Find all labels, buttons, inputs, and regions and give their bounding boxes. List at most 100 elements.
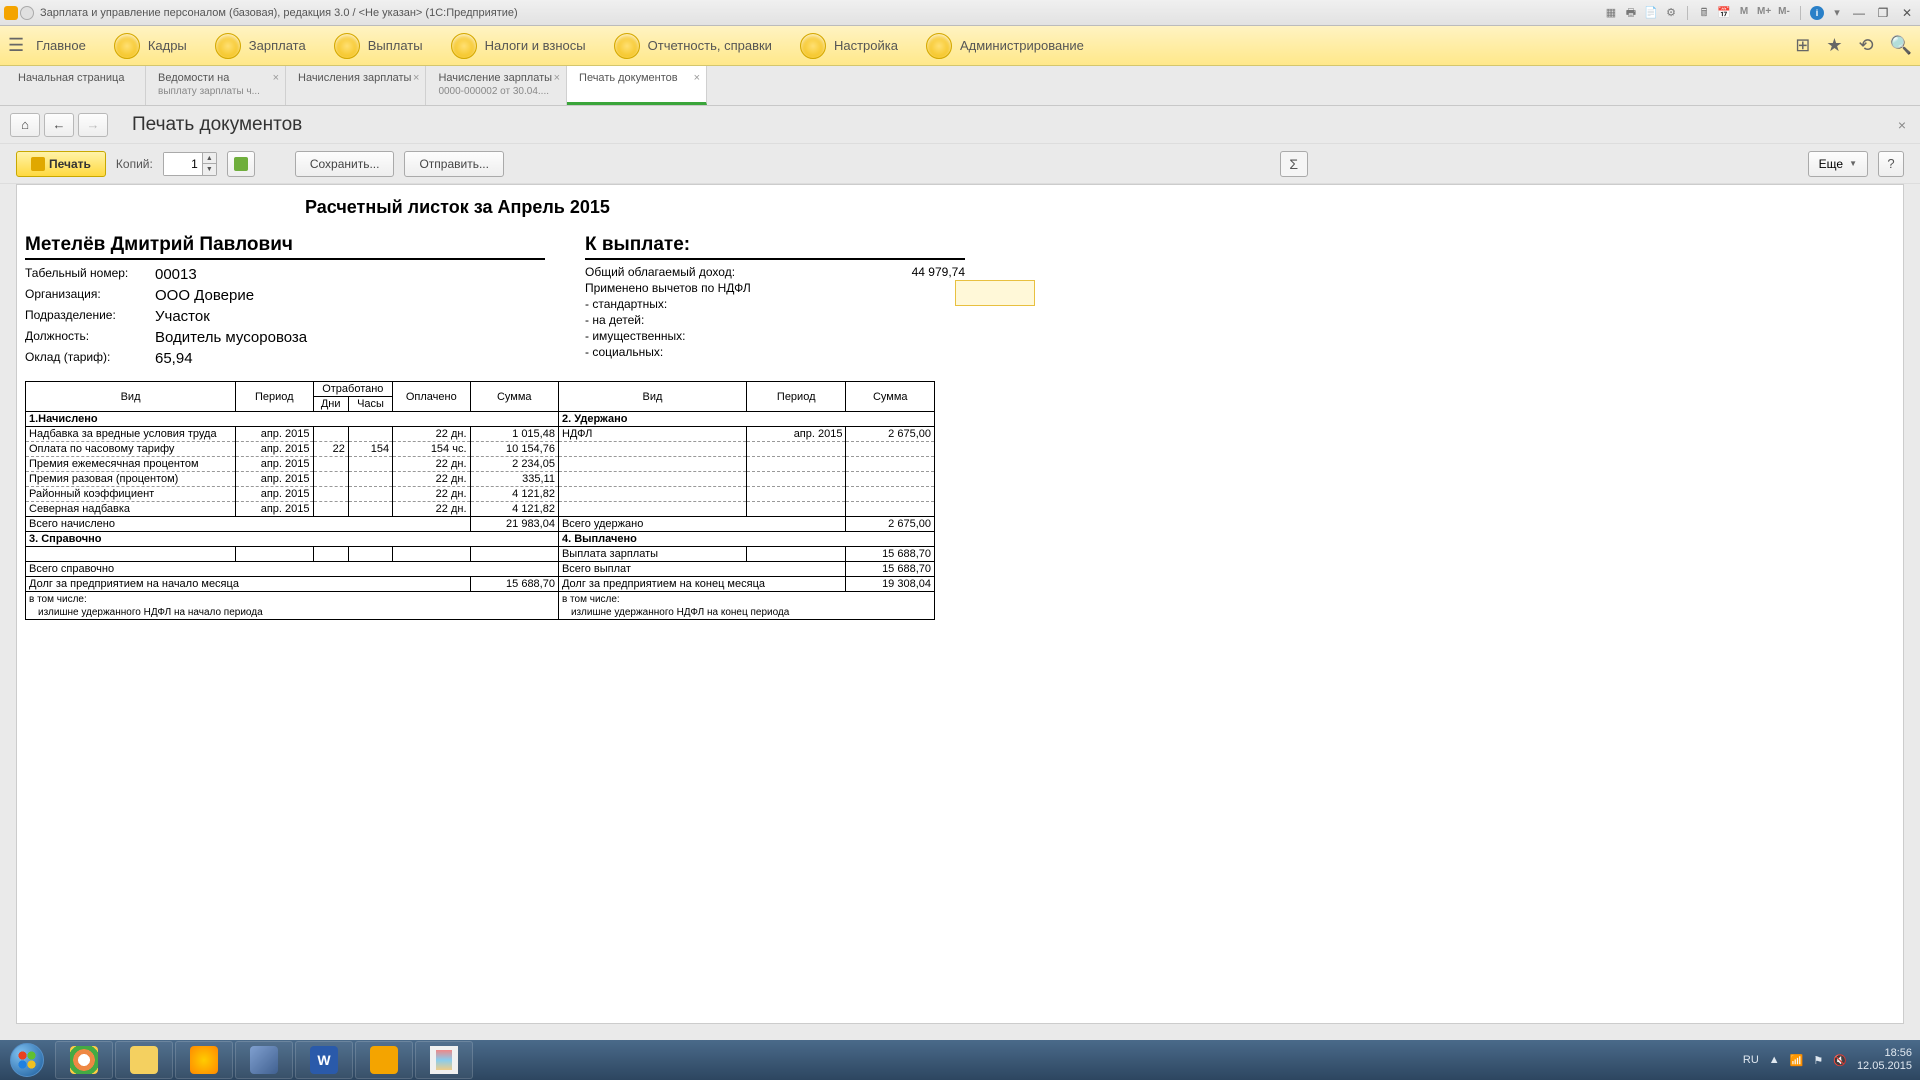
print-button[interactable]: Печать [16,151,106,177]
search-icon[interactable]: 🔍 [1890,35,1912,56]
menu-nastroika[interactable]: Настройка [800,33,898,59]
tray-arrow-icon[interactable]: ▲ [1769,1054,1780,1066]
tabno-value: 00013 [155,266,197,283]
mail-icon [250,1046,278,1074]
taskbar-paint[interactable] [415,1041,473,1079]
apps-grid-icon[interactable]: ⊞ [1795,35,1810,56]
help-button[interactable]: ? [1878,151,1904,177]
selection-highlight[interactable] [955,280,1035,306]
menu-zarplata[interactable]: Зарплата [215,33,306,59]
spin-down-icon[interactable]: ▼ [202,164,216,175]
tray-sound-icon[interactable]: 🔇 [1833,1054,1847,1067]
page-close-icon[interactable]: × [1894,113,1910,137]
history-icon-wrap[interactable]: ⟲ [1858,35,1873,56]
titlebar-calc-icon[interactable]: 🖩 [1697,6,1711,20]
tab-pechat[interactable]: Печать документов× [567,66,707,105]
maximize-button[interactable]: ❐ [1874,6,1892,20]
send-button[interactable]: Отправить... [404,151,504,177]
titlebar-cal-icon[interactable]: 📅 [1717,6,1731,20]
table-row-excess: излишне удержанного НДФЛ на начало перио… [26,606,935,620]
nav-forward-button[interactable]: → [78,113,108,137]
menu-otchet[interactable]: Отчетность, справки [614,33,772,59]
windows-taskbar: W RU ▲ 📶 ⚑ 🔇 18:56 12.05.2015 [0,1040,1920,1080]
table-row: Премия разовая (процентом)апр. 201522 дн… [26,472,935,487]
favorites-star-icon[interactable]: ★ [1826,35,1842,56]
memory-mminus-icon[interactable]: M- [1777,6,1791,20]
col-hours: Часы [348,397,392,412]
deduct-soc: - социальных: [585,345,965,359]
word-icon: W [310,1046,338,1074]
close-button[interactable]: ✕ [1898,6,1916,20]
menu-icon [800,33,826,59]
close-icon[interactable]: × [694,72,700,84]
system-tray: RU ▲ 📶 ⚑ 🔇 18:56 12.05.2015 [1743,1047,1920,1073]
app-icon-disc [20,6,34,20]
col-paid: Оплачено [393,382,470,412]
tray-clock[interactable]: 18:56 12.05.2015 [1857,1047,1912,1073]
tab-nachislenie-doc[interactable]: Начисление зарплаты0000-000002 от 30.04.… [426,66,567,105]
menu-admin[interactable]: Администрирование [926,33,1084,59]
taskbar-aimp[interactable] [175,1041,233,1079]
org-value: ООО Доверие [155,287,254,304]
dropdown-icon[interactable]: ▾ [1830,6,1844,20]
sum-button[interactable]: Σ [1280,151,1308,177]
memory-m-icon[interactable]: M [1737,6,1751,20]
menu-main[interactable]: Главное [36,38,86,53]
document-tabs: Начальная страница Ведомости навыплату з… [0,66,1920,106]
titlebar-star-icon[interactable]: ⚙ [1664,6,1678,20]
col-sum2: Сумма [846,382,935,412]
close-icon[interactable]: × [413,72,419,84]
tax-income-value: 44 979,74 [912,265,965,279]
tab-home[interactable]: Начальная страница [6,66,146,105]
close-icon[interactable]: × [273,72,279,84]
titlebar-tool-icon[interactable]: ▦ [1604,6,1618,20]
hamburger-icon[interactable]: ☰ [8,35,24,56]
taskbar-mail[interactable] [235,1041,293,1079]
save-button[interactable]: Сохранить... [295,151,395,177]
print-icon [31,157,45,171]
table-row-total: Всего справочно Всего выплат15 688,70 [26,562,935,577]
menu-icon [334,33,360,59]
taskbar-explorer[interactable] [115,1041,173,1079]
menu-nalogi[interactable]: Налоги и взносы [451,33,586,59]
close-icon[interactable]: × [554,72,560,84]
taskbar-word[interactable]: W [295,1041,353,1079]
section-paid: 4. Выплачено [558,532,934,547]
menu-icon [114,33,140,59]
more-button[interactable]: Еще [1808,151,1868,177]
table-row: Северная надбавкаапр. 201522 дн.4 121,82 [26,502,935,517]
page-title: Печать документов [132,114,302,136]
tray-network-icon[interactable]: 📶 [1790,1054,1804,1067]
rate-label: Оклад (тариф): [25,350,155,367]
document-page[interactable]: Расчетный листок за Апрель 2015 Метелёв … [16,184,1904,1024]
copies-input[interactable] [164,153,202,175]
preview-button[interactable] [227,151,255,177]
tray-flag-icon[interactable]: ⚑ [1813,1054,1823,1067]
tab-vedomosti[interactable]: Ведомости навыплату зарплаты ч...× [146,66,286,105]
tab-nachisleniya[interactable]: Начисления зарплаты× [286,66,426,105]
deduct-std: - стандартных: [585,297,965,311]
col-vid: Вид [26,382,236,412]
page-header: ⌂ ← → Печать документов × [0,106,1920,144]
start-button[interactable] [0,1040,54,1080]
titlebar-doc-icon[interactable]: 📄 [1644,6,1658,20]
info-icon[interactable]: i [1810,6,1824,20]
nav-home-button[interactable]: ⌂ [10,113,40,137]
minimize-button[interactable]: — [1850,6,1868,20]
menu-kadry[interactable]: Кадры [114,33,187,59]
taskbar-1c[interactable] [355,1041,413,1079]
spin-up-icon[interactable]: ▲ [202,153,216,164]
taskbar-chrome[interactable] [55,1041,113,1079]
table-row-total: Всего начислено21 983,04 Всего удержано2… [26,517,935,532]
nav-back-button[interactable]: ← [44,113,74,137]
section-reference: 3. Справочно [26,532,559,547]
col-days: Дни [313,397,348,412]
menu-icon [614,33,640,59]
copies-spinner[interactable]: ▲▼ [163,152,217,176]
tray-lang[interactable]: RU [1743,1054,1759,1066]
payout-head: К выплате: [585,234,965,260]
menu-vyplaty[interactable]: Выплаты [334,33,423,59]
col-vid2: Вид [558,382,746,412]
titlebar-print-icon[interactable]: 🖶 [1624,6,1638,20]
memory-mplus-icon[interactable]: M+ [1757,6,1771,20]
